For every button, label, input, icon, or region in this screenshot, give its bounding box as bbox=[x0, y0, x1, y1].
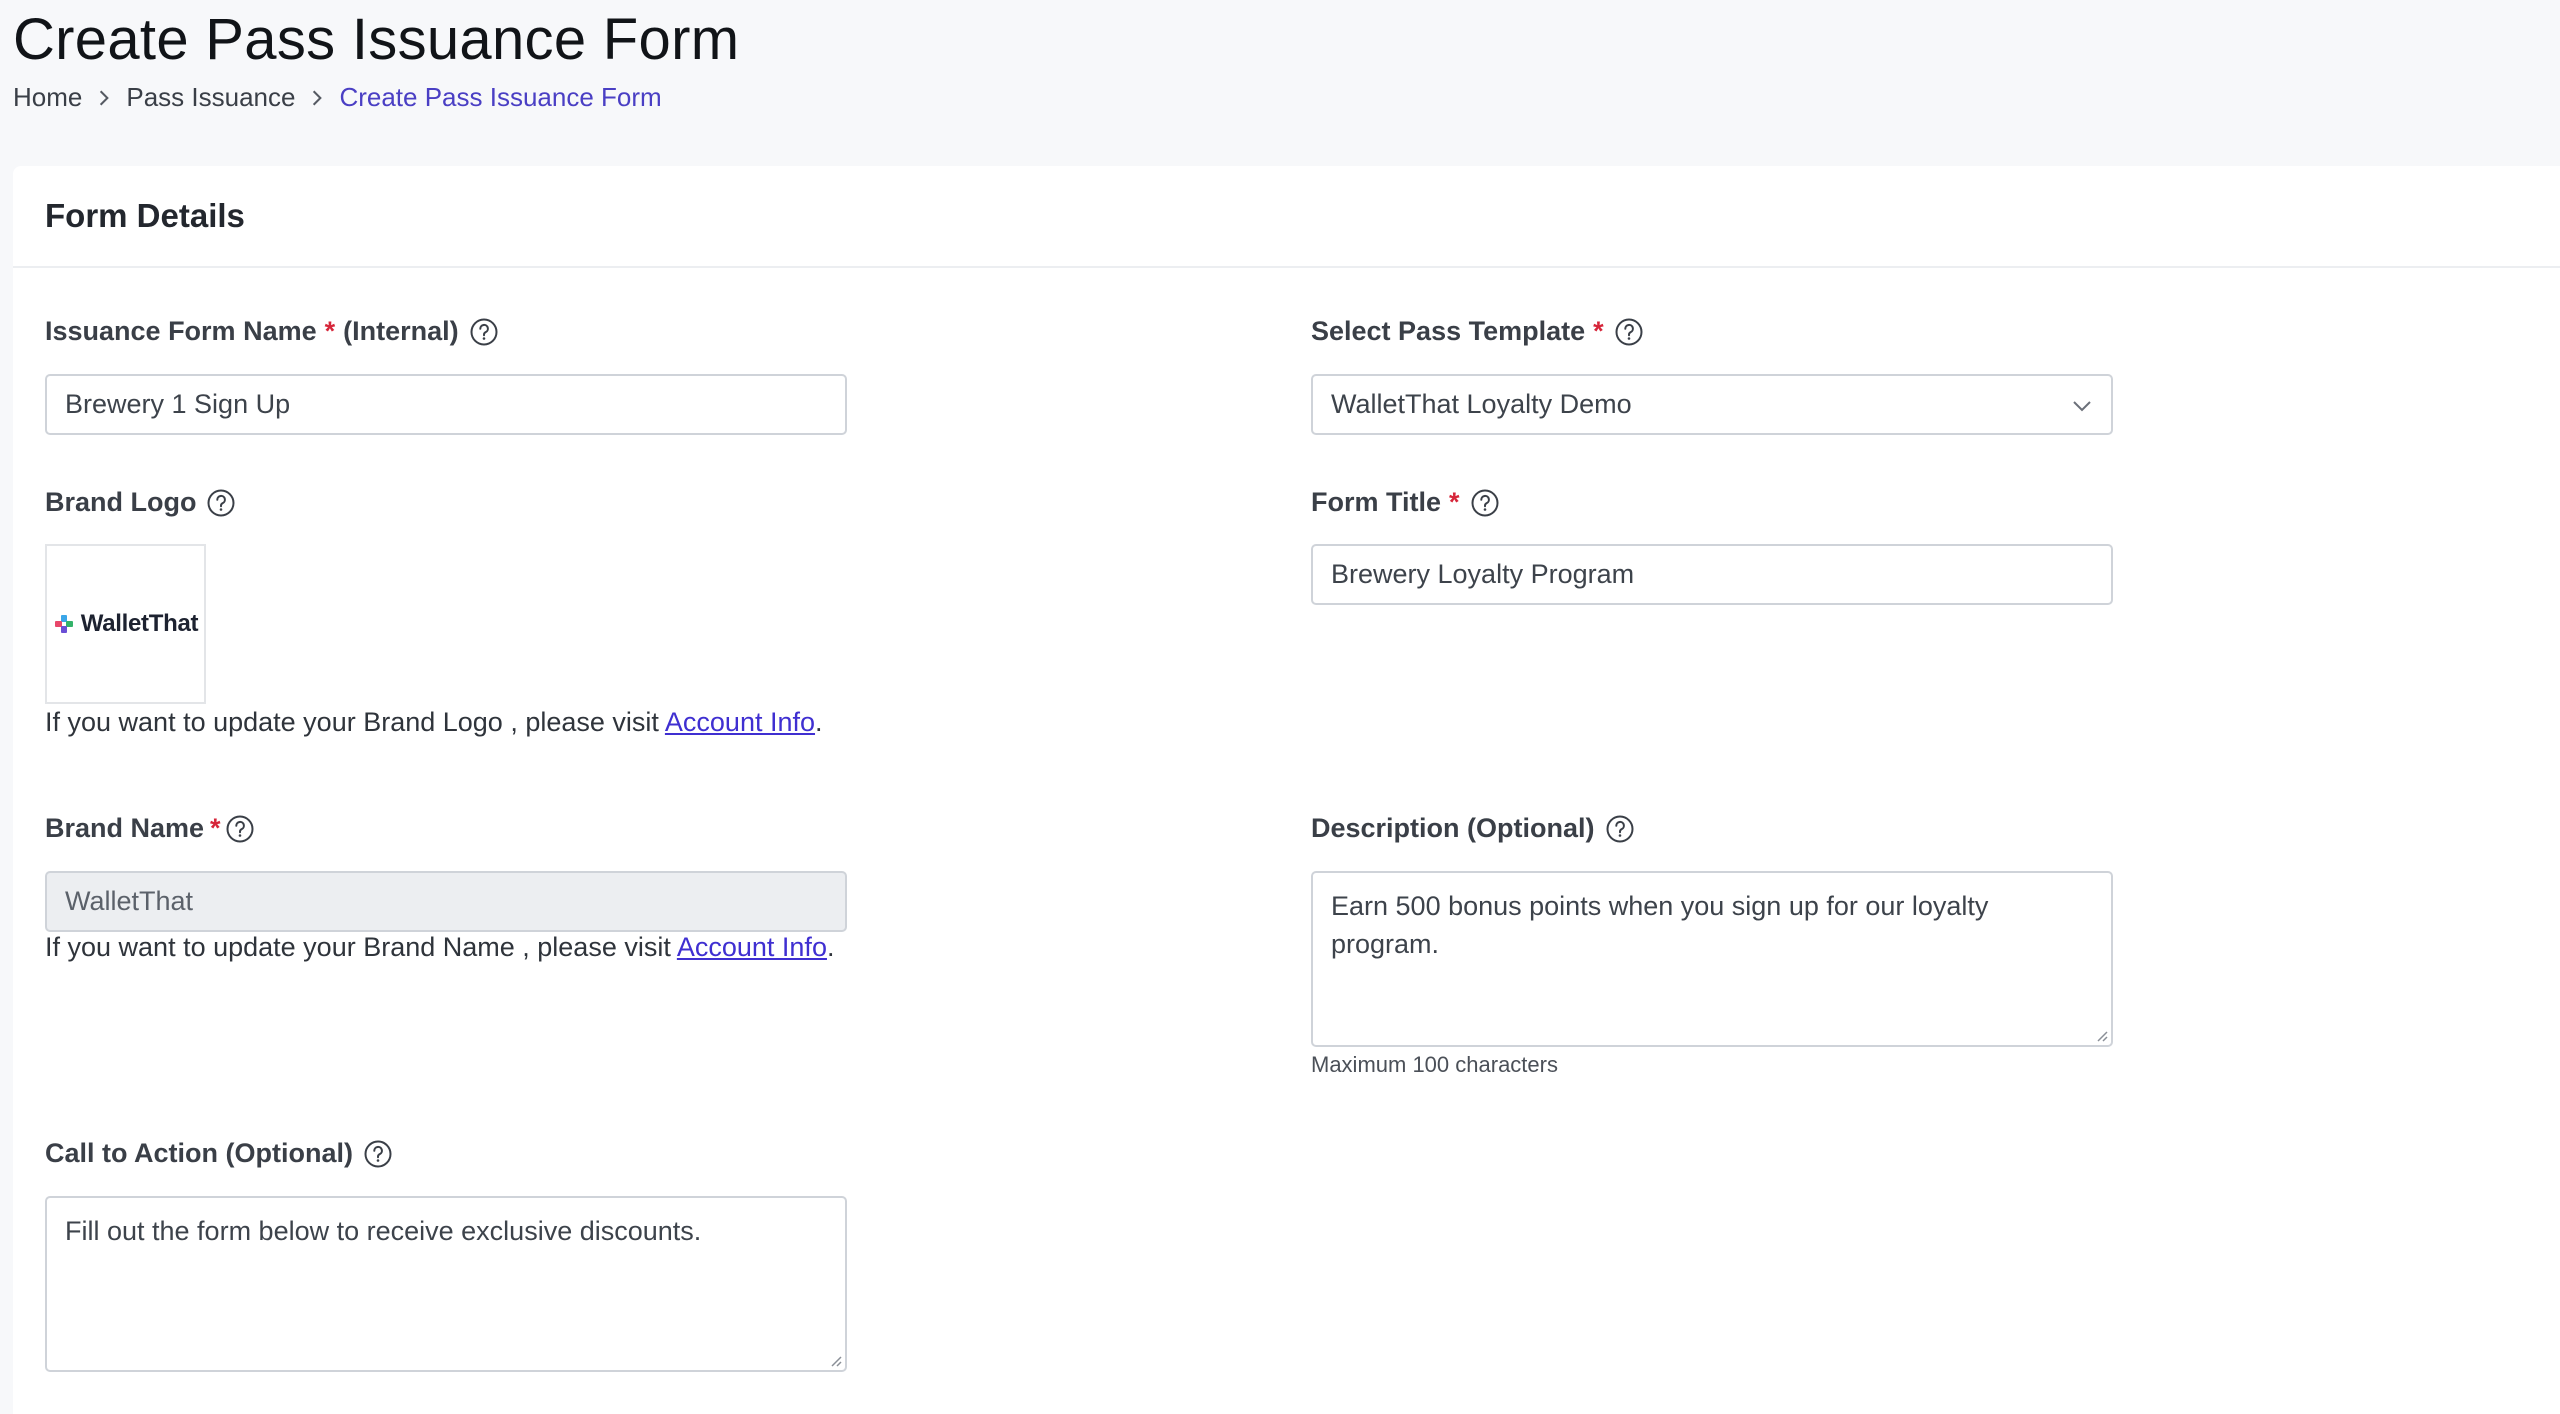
help-icon[interactable] bbox=[225, 814, 255, 844]
description-label: Description (Optional) bbox=[1311, 813, 1635, 844]
breadcrumb-current: Create Pass Issuance Form bbox=[339, 82, 662, 112]
account-info-link[interactable]: Account Info bbox=[677, 932, 827, 962]
breadcrumb-pass-issuance[interactable]: Pass Issuance bbox=[126, 82, 295, 113]
card-header: Form Details bbox=[13, 166, 2560, 268]
help-icon[interactable] bbox=[1470, 488, 1500, 518]
brand-logo-label: Brand Logo bbox=[45, 487, 236, 518]
help-icon[interactable] bbox=[469, 317, 499, 347]
breadcrumb-home[interactable]: Home bbox=[13, 82, 82, 113]
chevron-right-icon bbox=[82, 89, 126, 107]
resize-handle-icon[interactable] bbox=[2094, 1028, 2108, 1042]
brand-logo-preview: WalletThat bbox=[45, 544, 206, 704]
chevron-right-icon bbox=[295, 89, 339, 107]
account-info-link[interactable]: Account Info bbox=[665, 707, 815, 737]
brand-name-input: WalletThat bbox=[45, 871, 847, 932]
breadcrumb: Home Pass Issuance Create Pass Issuance … bbox=[13, 82, 662, 113]
description-textarea[interactable]: Earn 500 bonus points when you sign up f… bbox=[1311, 871, 2113, 1047]
walletthat-logo: WalletThat bbox=[53, 610, 199, 638]
form-title-input[interactable]: Brewery Loyalty Program bbox=[1311, 544, 2113, 605]
help-icon[interactable] bbox=[1614, 317, 1644, 347]
brand-name-label: Brand Name * bbox=[45, 813, 255, 844]
help-icon[interactable] bbox=[363, 1139, 393, 1169]
help-icon[interactable] bbox=[206, 488, 236, 518]
brand-logo-helper: If you want to update your Brand Logo , … bbox=[45, 707, 823, 737]
form-title-label: Form Title * bbox=[1311, 487, 1500, 518]
required-marker: * bbox=[1593, 316, 1604, 346]
cta-textarea[interactable]: Fill out the form below to receive exclu… bbox=[45, 1196, 847, 1372]
page-title: Create Pass Issuance Form bbox=[13, 7, 740, 72]
issuance-form-name-input[interactable]: Brewery 1 Sign Up bbox=[45, 374, 847, 435]
required-marker: * bbox=[1449, 487, 1460, 517]
pass-template-select[interactable]: WalletThat Loyalty Demo bbox=[1311, 374, 2113, 435]
brand-name-helper: If you want to update your Brand Name , … bbox=[45, 932, 835, 962]
form-details-card: Form Details Issuance Form Name * (Inter… bbox=[13, 166, 2560, 1414]
description-char-limit: Maximum 100 characters bbox=[1311, 1052, 1558, 1077]
issuance-form-name-label: Issuance Form Name * (Internal) bbox=[45, 316, 499, 347]
select-pass-template-label: Select Pass Template * bbox=[1311, 316, 1644, 347]
help-icon[interactable] bbox=[1605, 814, 1635, 844]
resize-handle-icon[interactable] bbox=[828, 1353, 842, 1367]
required-marker: * bbox=[210, 813, 221, 843]
card-title: Form Details bbox=[45, 197, 245, 234]
cta-label: Call to Action (Optional) bbox=[45, 1138, 393, 1169]
walletthat-logo-mark-icon bbox=[54, 615, 73, 633]
chevron-down-icon bbox=[2073, 401, 2091, 412]
required-marker: * bbox=[324, 316, 336, 346]
